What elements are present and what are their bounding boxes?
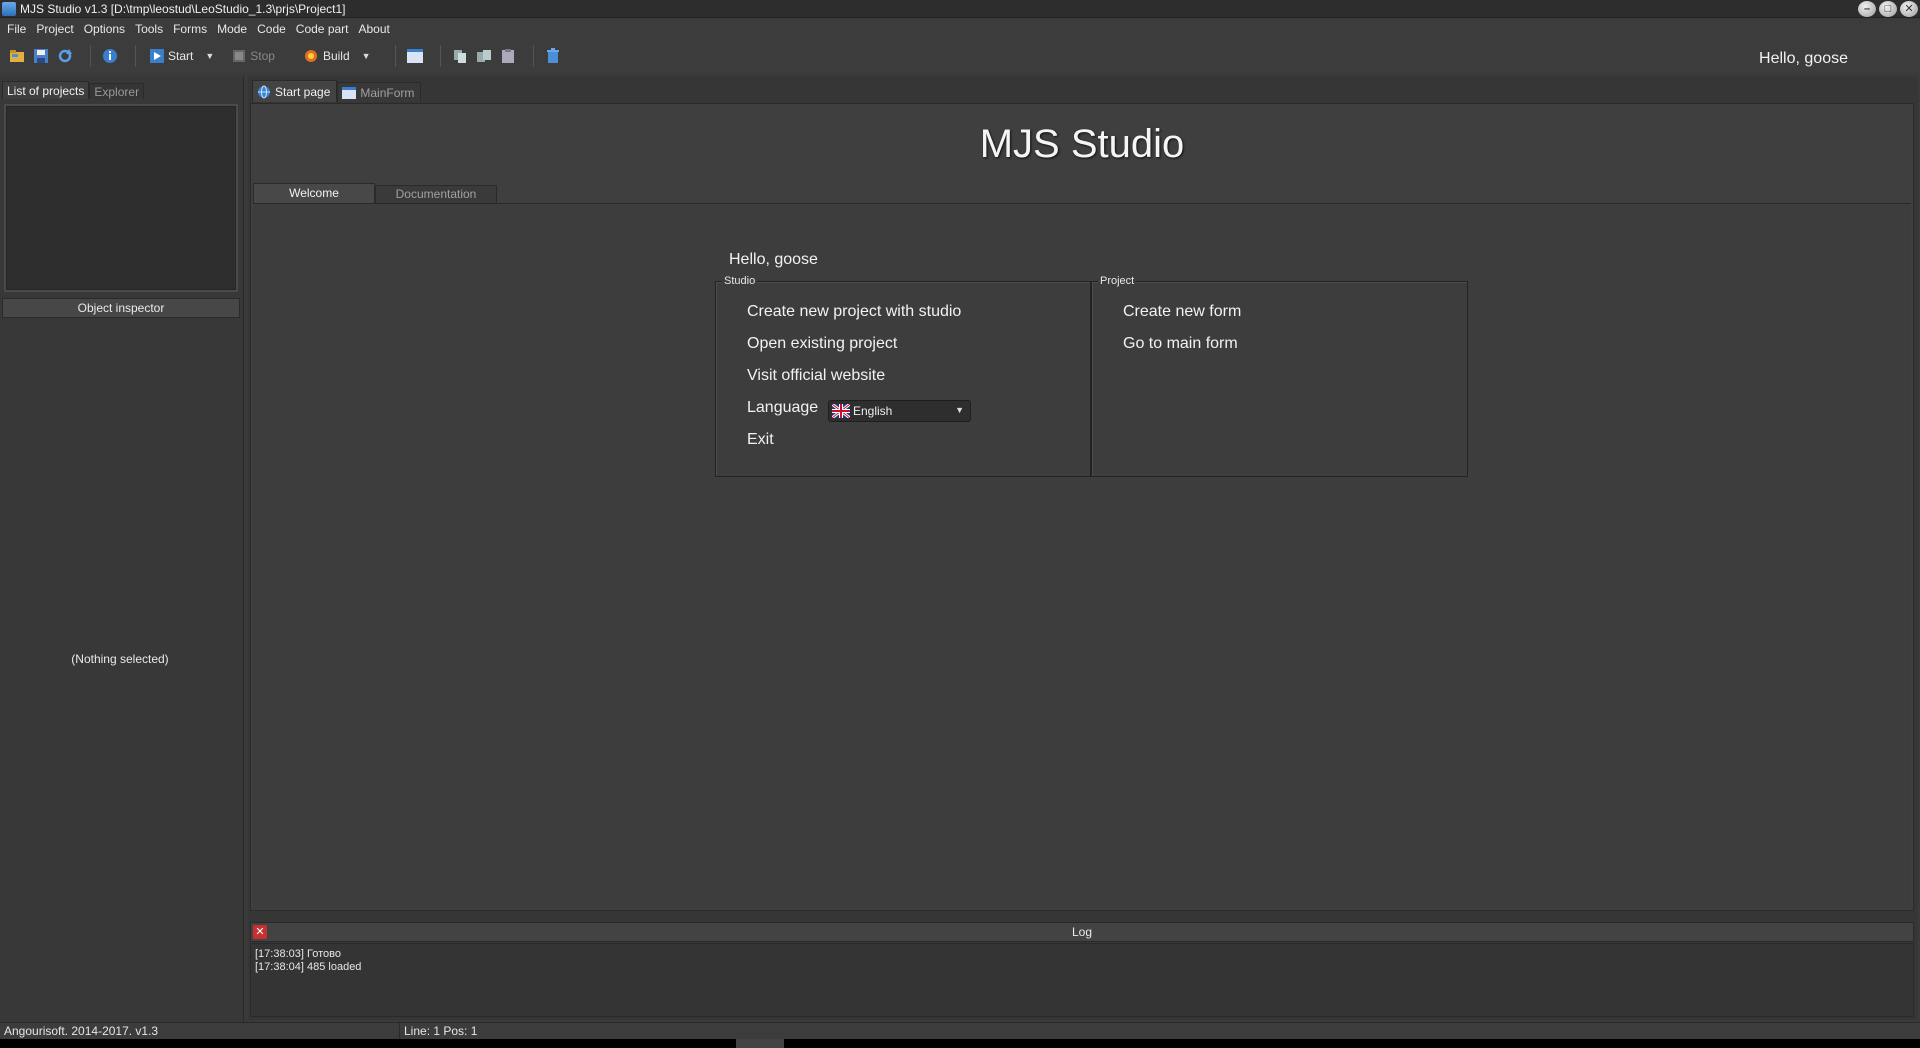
taskbar-thumb[interactable]: [736, 1039, 784, 1048]
build-dropdown-arrow[interactable]: ▼: [362, 51, 371, 61]
build-button[interactable]: Build: [299, 48, 354, 64]
log-line: [17:38:03] Готово: [255, 948, 341, 960]
tab-mainform[interactable]: MainForm: [337, 82, 422, 102]
toolbar-separator: [90, 44, 91, 67]
start-button[interactable]: Start: [146, 48, 197, 63]
greeting-top: Hello, goose: [1759, 50, 1848, 67]
welcome-content: Hello, goose Studio Create new project w…: [253, 203, 1911, 909]
object-inspector-header: Object inspector: [2, 298, 240, 318]
language-select[interactable]: English ▼: [828, 400, 971, 422]
menu-code[interactable]: Code: [252, 22, 291, 36]
status-copyright: Angourisoft. 2014-2017. v1.3: [0, 1023, 400, 1039]
toolbar-separator: [394, 44, 396, 67]
cut-icon[interactable]: [475, 47, 493, 65]
window-controls: – □ ✕: [1858, 1, 1918, 17]
paste-icon[interactable]: [499, 47, 517, 65]
uk-flag-icon: [832, 404, 850, 418]
tab-start-page-label: Start page: [275, 84, 331, 99]
build-label: Build: [322, 48, 350, 63]
menu-bar: File Project Options Tools Forms Mode Co…: [0, 19, 1920, 38]
minimize-icon[interactable]: –: [1858, 1, 1876, 17]
info-icon[interactable]: [101, 47, 119, 65]
tab-documentation[interactable]: Documentation: [375, 185, 497, 203]
main-area: Start page MainForm MJS Studio Welcome D…: [248, 76, 1918, 1020]
open-project-link[interactable]: Open existing project: [747, 335, 897, 353]
trash-icon[interactable]: [544, 47, 562, 65]
taskbar-strip: [0, 1039, 1920, 1048]
maximize-icon[interactable]: □: [1879, 1, 1897, 17]
tab-welcome[interactable]: Welcome: [253, 183, 375, 203]
chevron-down-icon: ▼: [955, 405, 964, 415]
menu-options[interactable]: Options: [79, 22, 130, 36]
document-tabs: Start page MainForm: [252, 80, 422, 102]
open-folder-icon[interactable]: [8, 47, 26, 65]
window-title: MJS Studio v1.3 [D:\tmp\leostud\LeoStudi…: [20, 1, 346, 16]
project-list[interactable]: [4, 104, 238, 292]
tab-list-of-projects[interactable]: List of projects: [2, 81, 90, 99]
exit-link[interactable]: Exit: [747, 431, 774, 449]
globe-icon: [258, 85, 270, 98]
start-page-tabs: Welcome Documentation: [253, 183, 497, 203]
menu-tools[interactable]: Tools: [130, 22, 168, 36]
gear-icon: [304, 49, 317, 62]
welcome-greeting: Hello, goose: [729, 251, 818, 268]
menu-about[interactable]: About: [354, 22, 395, 36]
project-group-label: Project: [1098, 275, 1137, 287]
copy-icon[interactable]: [451, 47, 469, 65]
go-to-main-form-link[interactable]: Go to main form: [1123, 335, 1238, 353]
play-icon: [150, 48, 164, 63]
toolbar: Start ▼ Stop Build ▼: [0, 38, 1920, 73]
toolbar-separator: [439, 44, 441, 67]
toolbar-separator: [532, 44, 534, 67]
project-group: Project Create new form Go to main form: [1091, 275, 1468, 477]
status-bar: Angourisoft. 2014-2017. v1.3 Line: 1 Pos…: [0, 1022, 1920, 1039]
log-title: Log: [1071, 925, 1093, 939]
title-bar: MJS Studio v1.3 [D:\tmp\leostud\LeoStudi…: [0, 0, 1920, 18]
menu-mode[interactable]: Mode: [212, 22, 252, 36]
left-panel: List of projects Explorer Object inspect…: [0, 76, 244, 1023]
language-value: English: [853, 404, 893, 418]
log-header: ✕ Log: [250, 922, 1914, 942]
form-window-icon: [342, 86, 357, 99]
studio-group-label: Studio: [722, 275, 758, 287]
studio-group: Studio Create new project with studio Op…: [715, 275, 1091, 477]
start-page: MJS Studio Welcome Documentation Hello, …: [250, 103, 1914, 911]
menu-file[interactable]: File: [2, 22, 31, 36]
close-icon[interactable]: ✕: [1900, 1, 1918, 17]
object-inspector-empty: (Nothing selected): [71, 652, 169, 666]
menu-forms[interactable]: Forms: [168, 22, 212, 36]
language-label: Language: [747, 399, 819, 416]
create-form-link[interactable]: Create new form: [1123, 303, 1241, 321]
stop-label: Stop: [250, 48, 275, 63]
left-tabs: List of projects Explorer: [2, 81, 145, 99]
form-window-icon[interactable]: [406, 47, 424, 65]
create-project-link[interactable]: Create new project with studio: [747, 303, 961, 321]
stop-button[interactable]: Stop: [228, 49, 279, 63]
status-cursor-position: Line: 1 Pos: 1: [404, 1024, 478, 1038]
start-label: Start: [168, 48, 194, 63]
refresh-icon[interactable]: [56, 47, 74, 65]
menu-code-part[interactable]: Code part: [291, 22, 354, 36]
tab-start-page[interactable]: Start page: [252, 80, 338, 102]
menu-project[interactable]: Project: [31, 22, 78, 36]
app-icon: [2, 1, 16, 16]
tab-explorer[interactable]: Explorer: [89, 83, 145, 99]
save-icon[interactable]: [32, 47, 50, 65]
toolbar-separator: [135, 44, 136, 67]
visit-website-link[interactable]: Visit official website: [747, 367, 885, 385]
tab-mainform-label: MainForm: [360, 85, 415, 100]
start-dropdown-arrow[interactable]: ▼: [205, 51, 214, 61]
close-icon[interactable]: ✕: [253, 925, 267, 939]
log-panel[interactable]: [17:38:03] Готово [17:38:04] 485 loaded: [250, 943, 1914, 1017]
page-title: MJS Studio: [979, 122, 1185, 166]
stop-icon: [233, 49, 246, 62]
log-line: [17:38:04] 485 loaded: [255, 961, 362, 973]
